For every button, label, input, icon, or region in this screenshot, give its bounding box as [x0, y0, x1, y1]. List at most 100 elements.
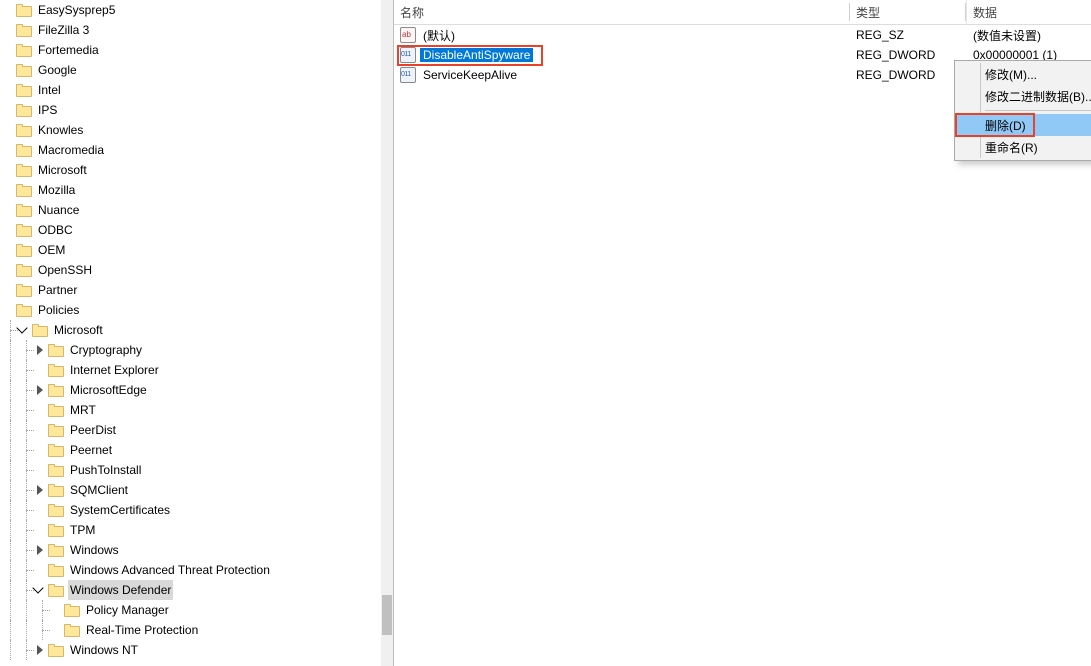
folder-icon: [48, 563, 64, 577]
folder-icon: [16, 283, 32, 297]
chevron-right-icon[interactable]: [34, 384, 46, 396]
folder-icon: [16, 263, 32, 277]
menu-separator: [985, 110, 1091, 111]
tree-item[interactable]: Windows Defender: [0, 580, 381, 600]
folder-icon: [48, 443, 64, 457]
chevron-down-icon[interactable]: [34, 584, 46, 596]
tree-item[interactable]: Windows Advanced Threat Protection: [0, 560, 381, 580]
tree-scrollbar[interactable]: [381, 0, 393, 666]
tree-item-label: Internet Explorer: [68, 360, 161, 380]
tree-item-label: Peernet: [68, 440, 114, 460]
tree-item[interactable]: SystemCertificates: [0, 500, 381, 520]
tree-item[interactable]: IPS: [0, 100, 381, 120]
tree-item[interactable]: Policy Manager: [0, 600, 381, 620]
cell-type: REG_DWORD: [850, 45, 967, 65]
tree-item-label: FileZilla 3: [36, 20, 91, 40]
column-header-data[interactable]: 数据: [967, 0, 1091, 24]
tree-item[interactable]: MRT: [0, 400, 381, 420]
tree-item[interactable]: Macromedia: [0, 140, 381, 160]
menu-item-delete[interactable]: 删除(D): [957, 114, 1091, 136]
twisty-none-icon: [2, 224, 14, 236]
tree-item-label: Knowles: [36, 120, 85, 140]
column-header-type[interactable]: 类型: [850, 0, 967, 24]
row-type-label: REG_DWORD: [856, 48, 935, 62]
tree-item[interactable]: Windows NT: [0, 640, 381, 660]
tree-item[interactable]: Microsoft: [0, 160, 381, 180]
cell-name: (默认): [394, 25, 850, 45]
twisty-none-icon: [2, 164, 14, 176]
tree-item[interactable]: Intel: [0, 80, 381, 100]
tree-item[interactable]: Policies: [0, 300, 381, 320]
chevron-right-icon[interactable]: [34, 544, 46, 556]
tree-item-label: Mozilla: [36, 180, 77, 200]
tree-item[interactable]: PushToInstall: [0, 460, 381, 480]
tree-item-label: TPM: [68, 520, 97, 540]
twisty-none-icon: [50, 604, 62, 616]
folder-icon: [16, 103, 32, 117]
menu-item-rename[interactable]: 重命名(R): [957, 136, 1091, 158]
cell-type: REG_SZ: [850, 25, 967, 45]
twisty-none-icon: [34, 504, 46, 516]
chevron-right-icon[interactable]: [34, 484, 46, 496]
table-row[interactable]: (默认) REG_SZ (数值未设置): [394, 25, 1091, 45]
menu-item-rename-label: 重命名(R): [985, 139, 1038, 156]
tree-item[interactable]: Fortemedia: [0, 40, 381, 60]
chevron-down-icon[interactable]: [18, 324, 30, 336]
tree-item[interactable]: Google: [0, 60, 381, 80]
folder-icon: [48, 403, 64, 417]
tree-item[interactable]: FileZilla 3: [0, 20, 381, 40]
tree-item[interactable]: Partner: [0, 280, 381, 300]
folder-icon: [16, 43, 32, 57]
tree-item[interactable]: Mozilla: [0, 180, 381, 200]
column-header-name[interactable]: 名称: [394, 0, 850, 24]
tree-item-label: Nuance: [36, 200, 81, 220]
twisty-none-icon: [2, 264, 14, 276]
chevron-right-icon[interactable]: [34, 644, 46, 656]
tree-scroll-thumb[interactable]: [382, 595, 392, 635]
tree-item[interactable]: Microsoft: [0, 320, 381, 340]
tree-item[interactable]: TPM: [0, 520, 381, 540]
cell-name: ServiceKeepAlive: [394, 65, 850, 85]
tree-item[interactable]: Peernet: [0, 440, 381, 460]
column-header-name-label: 名称: [400, 4, 424, 21]
tree-item[interactable]: Nuance: [0, 200, 381, 220]
tree-item-label: Macromedia: [36, 140, 106, 160]
tree-item[interactable]: Windows: [0, 540, 381, 560]
twisty-none-icon: [34, 404, 46, 416]
tree-item[interactable]: Knowles: [0, 120, 381, 140]
folder-icon: [48, 583, 64, 597]
folder-icon: [16, 83, 32, 97]
folder-icon: [48, 463, 64, 477]
chevron-right-icon[interactable]: [34, 344, 46, 356]
tree-item-label: OpenSSH: [36, 260, 94, 280]
tree-item[interactable]: OpenSSH: [0, 260, 381, 280]
row-type-label: REG_SZ: [856, 28, 904, 42]
tree-item[interactable]: Internet Explorer: [0, 360, 381, 380]
folder-icon: [32, 323, 48, 337]
tree-item[interactable]: SQMClient: [0, 480, 381, 500]
tree-panel: EasySysprep5FileZilla 3FortemediaGoogleI…: [0, 0, 394, 666]
folder-icon: [48, 483, 64, 497]
tree-item[interactable]: EasySysprep5: [0, 0, 381, 20]
folder-icon: [16, 203, 32, 217]
tree-item-label: Fortemedia: [36, 40, 101, 60]
menu-item-modify[interactable]: 修改(M)...: [957, 63, 1091, 85]
tree-item[interactable]: Cryptography: [0, 340, 381, 360]
cell-data: (数值未设置): [967, 25, 1091, 45]
row-data-label: (数值未设置): [973, 27, 1041, 44]
row-name-label: ServiceKeepAlive: [420, 68, 520, 82]
tree-item[interactable]: ODBC: [0, 220, 381, 240]
twisty-none-icon: [2, 4, 14, 16]
folder-icon: [64, 603, 80, 617]
tree-item[interactable]: OEM: [0, 240, 381, 260]
tree-item-label: PeerDist: [68, 420, 118, 440]
folder-icon: [48, 523, 64, 537]
tree-item[interactable]: MicrosoftEdge: [0, 380, 381, 400]
tree-item[interactable]: PeerDist: [0, 420, 381, 440]
tree-item-label: Windows: [68, 540, 121, 560]
tree-item[interactable]: Real-Time Protection: [0, 620, 381, 640]
list-panel: 名称 类型 数据 (默认)REG_SZ(数值未设置)DisableAntiSpy…: [394, 0, 1091, 666]
twisty-none-icon: [50, 624, 62, 636]
twisty-none-icon: [2, 304, 14, 316]
menu-item-modify-binary[interactable]: 修改二进制数据(B)...: [957, 85, 1091, 107]
